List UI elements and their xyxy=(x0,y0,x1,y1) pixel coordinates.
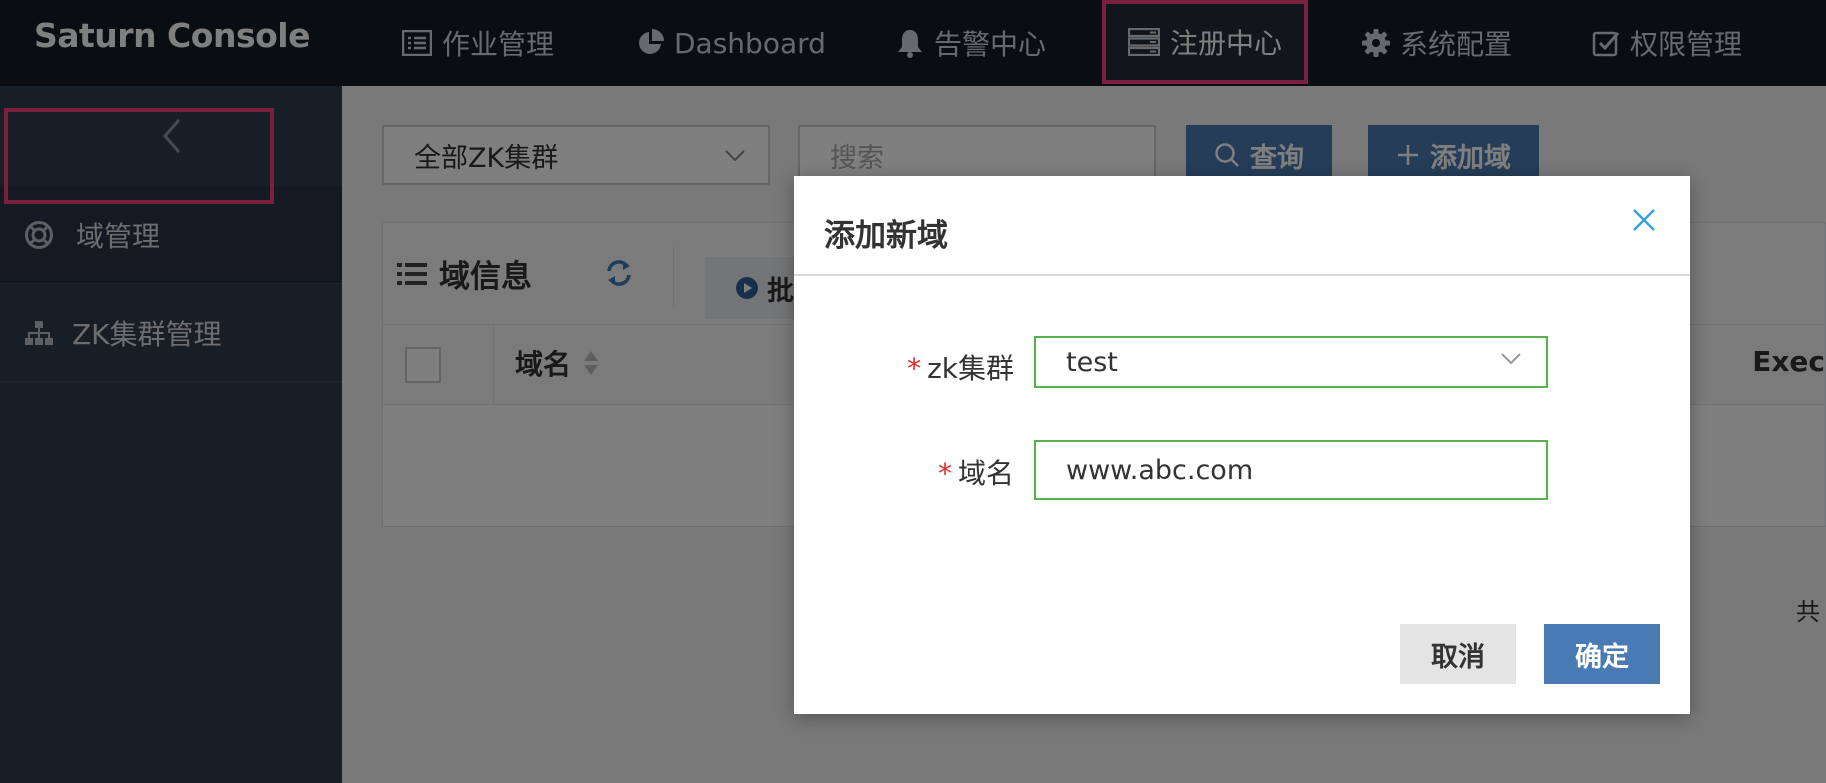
chevron-down-icon xyxy=(1501,353,1521,365)
domain-name-label-text: 域名 xyxy=(957,457,1014,490)
zk-cluster-value: test xyxy=(1066,346,1118,378)
add-domain-dialog: 添加新域 *zk集群 test *域名 取消 确定 xyxy=(794,176,1690,714)
zk-cluster-select[interactable]: test xyxy=(1034,336,1548,388)
domain-name-input[interactable] xyxy=(1066,454,1526,486)
cancel-button[interactable]: 取消 xyxy=(1400,624,1516,684)
close-icon[interactable] xyxy=(1628,204,1660,236)
dialog-title: 添加新域 xyxy=(824,218,948,254)
zk-cluster-label: * zk集群 xyxy=(794,347,1014,387)
required-mark: * xyxy=(907,352,922,385)
confirm-button[interactable]: 确定 xyxy=(1544,624,1660,684)
zk-cluster-label-text: zk集群 xyxy=(927,352,1014,385)
dialog-header: 添加新域 xyxy=(794,176,1690,276)
required-mark: * xyxy=(937,457,952,490)
domain-name-label: * 域名 xyxy=(794,452,1014,492)
domain-name-field[interactable] xyxy=(1034,440,1548,500)
